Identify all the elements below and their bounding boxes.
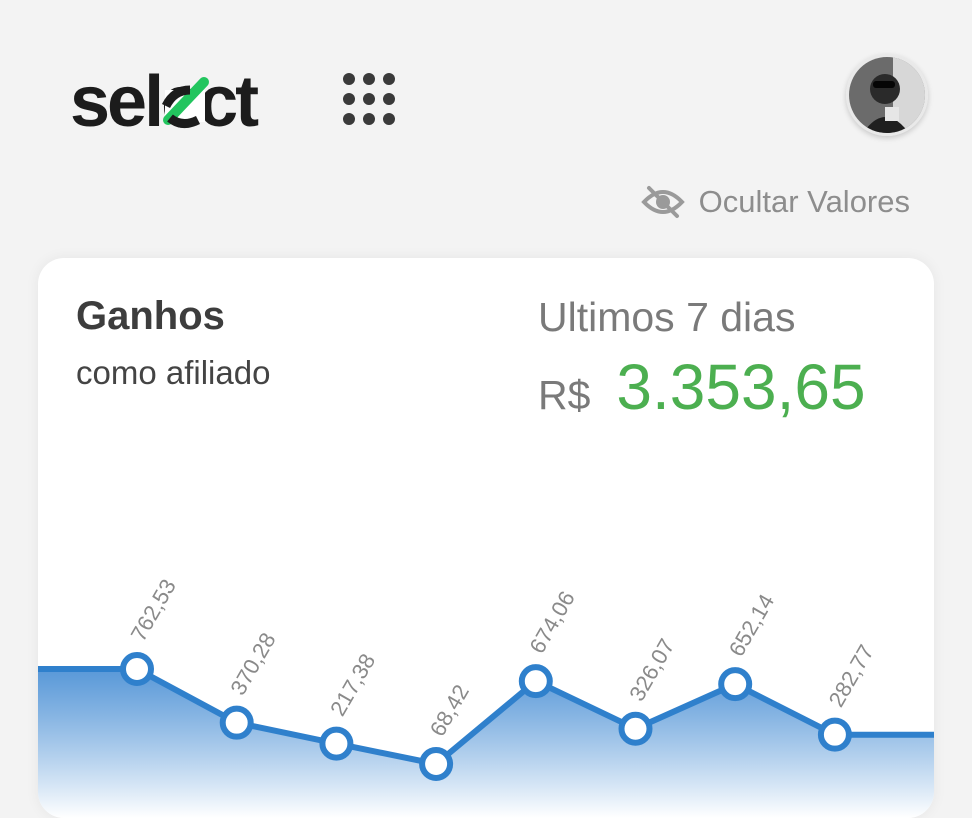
earnings-line-chart: 762,53 370,28 217,38 68,42 674,06 326,07 652,1… [38, 575, 934, 818]
avatar-photo [849, 57, 925, 133]
chart-data-label: 217,38 [325, 649, 380, 720]
chart-data-point[interactable] [518, 664, 553, 699]
chart-data-point[interactable] [319, 726, 354, 761]
chart-data-point[interactable] [817, 717, 852, 752]
select-logo[interactable]: select [70, 62, 292, 134]
apps-menu-button[interactable] [340, 70, 398, 128]
chart-data-label: 652,14 [724, 590, 779, 661]
app-header: select [0, 0, 972, 170]
chart-data-point[interactable] [718, 667, 753, 702]
select-logo-graphic: select [70, 62, 262, 134]
chart-data-label: 762,53 [126, 575, 181, 646]
user-avatar[interactable] [846, 54, 928, 136]
chart-data-point[interactable] [419, 747, 454, 781]
chart-data-point[interactable] [219, 705, 254, 740]
chart-data-point[interactable] [618, 711, 653, 746]
hide-values-toggle[interactable]: Ocultar Valores [640, 180, 910, 224]
chart-data-point[interactable] [120, 652, 154, 686]
earnings-card: Ganhos como afiliado Ultimos 7 dias R$ 3… [38, 258, 934, 818]
chart-data-label: 674,06 [524, 587, 579, 658]
chart-data-label: 370,28 [225, 628, 280, 699]
chart-data-label: 68,42 [425, 680, 474, 740]
chart-data-label: 326,07 [624, 634, 679, 705]
eye-off-icon [640, 186, 685, 218]
grid-apps-icon [343, 73, 395, 125]
hide-values-label: Ocultar Valores [698, 184, 910, 219]
chart-data-label: 282,77 [824, 640, 879, 711]
